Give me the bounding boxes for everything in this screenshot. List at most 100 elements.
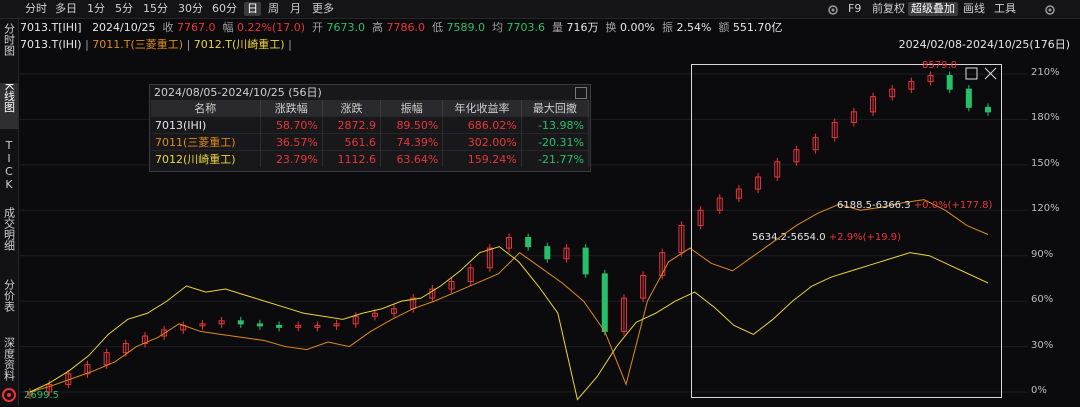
settings-gear-icon[interactable] <box>827 4 839 16</box>
range1-value: 6188.5-6366.3 <box>837 200 911 211</box>
row-amp: 89.50% <box>380 116 444 134</box>
range-box-window-icon[interactable] <box>965 67 978 80</box>
draw-line-button[interactable]: 画线 <box>960 2 988 16</box>
col-chg: 涨跌 <box>322 100 382 117</box>
tab-trade-detail[interactable]: 成交明细 <box>0 207 18 267</box>
turnover-label: 换 <box>605 21 617 34</box>
row-amp: 74.39% <box>380 133 444 151</box>
row-chg: 561.6 <box>322 133 382 151</box>
change-value: 0.22%(17.0) <box>236 21 305 34</box>
close-value: 7767.0 <box>176 21 216 34</box>
volume-value: 716万 <box>566 21 599 34</box>
candle-body <box>601 273 608 332</box>
legend-main[interactable]: 7013.T(IHI) <box>20 38 82 51</box>
range2-change: +2.9%(+19.9) <box>828 232 902 243</box>
row-chg: 1112.6 <box>322 150 382 167</box>
low-value: 7589.0 <box>446 21 486 34</box>
adjust-forward-button[interactable]: 前复权 <box>869 2 908 16</box>
y-tick-label: 120% <box>1031 203 1060 215</box>
settings-gear-icon-right[interactable] <box>1044 4 1056 16</box>
tab-timeshare-chart[interactable]: 分时图 <box>0 23 18 69</box>
avg-value: 7703.6 <box>506 21 546 34</box>
tab-tick-label: TICK <box>2 139 16 191</box>
period-tab-5min[interactable]: 5分 <box>112 2 136 16</box>
range-box-controls <box>965 67 997 80</box>
tab-price-table-label: 分价表 <box>2 279 16 312</box>
tab-timeshare-label: 分时图 <box>2 23 16 56</box>
period-tab-week[interactable]: 周 <box>265 2 282 16</box>
y-tick-label: 0% <box>1031 385 1047 396</box>
y-tick-label: 90% <box>1031 248 1054 260</box>
range-selection-box[interactable] <box>691 64 1002 398</box>
col-annual: 年化收益率 <box>442 100 522 117</box>
avg-label: 均 <box>492 21 503 34</box>
row-chg-pct: 36.57% <box>260 133 323 151</box>
period-tab-month[interactable]: 月 <box>287 2 304 16</box>
low-label: 低 <box>432 21 443 34</box>
period-tab-multiday[interactable]: 多日 <box>52 2 80 16</box>
row-chg-pct: 58.70% <box>260 116 323 134</box>
range2-value: 5634.2-5654.0 <box>752 232 826 243</box>
tab-kline-label: K线图 <box>2 83 16 113</box>
amplitude-label: 振 <box>661 21 673 34</box>
row-drawdown: -20.31% <box>521 133 590 151</box>
col-chg-pct: 涨跌幅 <box>260 100 323 117</box>
low-price-label: 2699.5 <box>24 390 59 401</box>
stats-table: 名称 涨跌幅 涨跌 振幅 年化收益率 最大回撤 7013(IHI) 58.70%… <box>151 100 590 167</box>
close-icon[interactable] <box>575 87 587 99</box>
period-tab-more[interactable]: 更多 <box>309 2 337 16</box>
turnover-value: 0.00% <box>620 21 655 34</box>
tab-depth-info-label: 深度资料 <box>2 337 16 381</box>
candle-body <box>276 324 283 328</box>
row-name: 7013(IHI) <box>151 116 261 134</box>
y-tick-label: 150% <box>1031 157 1060 169</box>
candle-body <box>237 320 244 325</box>
tab-kline-chart[interactable]: K线图 <box>0 83 18 129</box>
tab-tick[interactable]: TICK <box>0 139 18 199</box>
row-chg: 2872.9 <box>322 116 382 134</box>
amount-value: 551.70亿 <box>732 21 783 34</box>
period-tab-day[interactable]: 日 <box>244 2 261 16</box>
col-name: 名称 <box>151 100 261 117</box>
y-tick-label: 60% <box>1031 294 1054 306</box>
super-overlay-button[interactable]: 超级叠加 <box>908 2 958 16</box>
table-row[interactable]: 7012(川崎重工) 23.79% 1112.6 63.64% 159.24% … <box>151 150 590 167</box>
period-tab-timeshare[interactable]: 分时 <box>22 2 50 16</box>
y-tick-label: 30% <box>1031 339 1054 351</box>
range-annotation-2: 5634.2-5654.0 +2.9%(+19.9) <box>752 232 901 243</box>
quote-date: 2024/10/25 <box>92 21 156 34</box>
amount-label: 额 <box>718 21 730 34</box>
high-value: 7786.0 <box>386 21 426 34</box>
row-drawdown: -13.98% <box>521 116 590 134</box>
row-name: 7011(三菱重工) <box>151 133 261 151</box>
table-row[interactable]: 7013(IHI) 58.70% 2872.9 89.50% 686.02% -… <box>151 116 590 134</box>
interval-stats-panel: 2024/08/05-2024/10/25 (56日) 名称 涨跌幅 涨跌 振幅… <box>149 84 591 172</box>
table-row[interactable]: 7011(三菱重工) 36.57% 561.6 74.39% 302.00% -… <box>151 133 590 151</box>
range1-change: +0.0%(+177.8) <box>913 200 993 211</box>
period-tab-1min[interactable]: 1分 <box>84 2 108 16</box>
candle-body <box>525 237 532 248</box>
high-price-label: 8579.0 <box>922 60 957 71</box>
tab-price-table[interactable]: 分价表 <box>0 279 18 325</box>
change-label: 幅 <box>222 21 234 34</box>
candle-body <box>256 323 263 327</box>
range-annotation-1: 6188.5-6366.3 +0.0%(+177.8) <box>837 200 992 211</box>
period-tab-15min[interactable]: 15分 <box>140 2 171 16</box>
row-name: 7012(川崎重工) <box>151 150 261 167</box>
f9-button[interactable]: F9 <box>845 2 864 16</box>
close-label: 收 <box>162 21 174 34</box>
low-marker-icon <box>0 386 18 404</box>
legend-series-1[interactable]: 7011.T(三菱重工) <box>92 38 183 51</box>
period-tab-60min[interactable]: 60分 <box>209 2 240 16</box>
tools-button[interactable]: 工具 <box>991 2 1019 16</box>
stock-code: 7013.T[IHI] <box>20 21 82 34</box>
period-tab-30min[interactable]: 30分 <box>175 2 206 16</box>
row-annual: 159.24% <box>442 150 522 167</box>
candle-body <box>544 246 551 260</box>
volume-label: 量 <box>552 21 563 34</box>
left-vertical-tabs: 分时图 K线图 TICK 成交明细 分价表 深度资料 <box>0 19 19 406</box>
high-label: 高 <box>372 21 383 34</box>
legend-series-2[interactable]: 7012.T(川崎重工) <box>194 38 285 51</box>
quote-bar: 7013.T[IHI] 2024/10/25 收 7767.0 幅 0.22%(… <box>20 19 782 36</box>
overlay-legend: 7013.T(IHI) | 7011.T(三菱重工) | 7012.T(川崎重工… <box>20 38 292 51</box>
